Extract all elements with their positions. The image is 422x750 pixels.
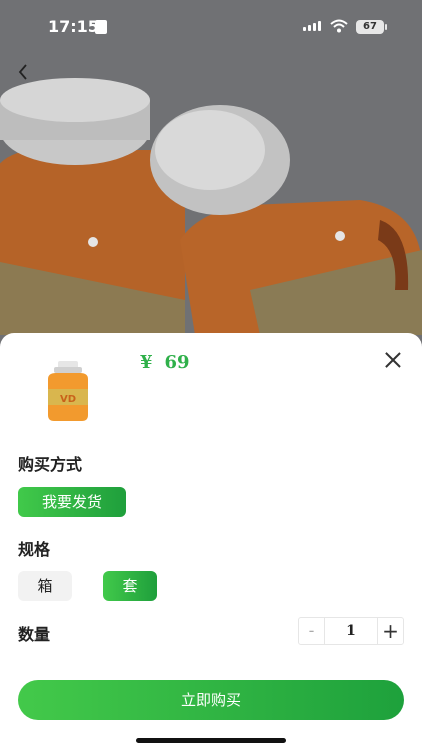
home-indicator bbox=[136, 738, 286, 743]
price-symbol: ¥ bbox=[140, 352, 153, 373]
quantity-title: 数量 bbox=[18, 625, 51, 644]
status-time: 17:15 bbox=[48, 17, 99, 36]
purchase-method-title: 购买方式 bbox=[18, 455, 83, 474]
spec-option-set[interactable]: 套 bbox=[103, 571, 157, 601]
spec-option-box[interactable]: 箱 bbox=[18, 571, 72, 601]
svg-text:VD: VD bbox=[60, 394, 76, 405]
purchase-bottom-sheet: VD ¥ 69 购买方式 我要发货 规格 箱 套 数量 - 1 + 立即购买 bbox=[0, 333, 422, 750]
battery-indicator: 67 bbox=[356, 20, 384, 34]
product-thumbnail: VD bbox=[48, 361, 88, 421]
user-badge-icon bbox=[95, 20, 107, 34]
increase-button[interactable]: + bbox=[377, 618, 403, 644]
signal-icon bbox=[303, 21, 321, 31]
quantity-stepper: - 1 + bbox=[298, 617, 404, 645]
close-icon[interactable] bbox=[382, 349, 404, 371]
quantity-value[interactable]: 1 bbox=[325, 623, 377, 639]
chevron-left-icon bbox=[18, 64, 27, 80]
back-button[interactable] bbox=[12, 60, 36, 84]
battery-nub bbox=[385, 24, 387, 30]
option-ship[interactable]: 我要发货 bbox=[18, 487, 126, 517]
price-value: 69 bbox=[164, 352, 190, 373]
status-bar: 17:15 67 bbox=[0, 0, 422, 52]
decrease-button[interactable]: - bbox=[299, 618, 325, 644]
wifi-icon bbox=[330, 19, 348, 33]
buy-now-button[interactable]: 立即购买 bbox=[18, 680, 404, 720]
product-price: ¥ 69 bbox=[140, 352, 190, 373]
spec-title: 规格 bbox=[18, 540, 51, 559]
